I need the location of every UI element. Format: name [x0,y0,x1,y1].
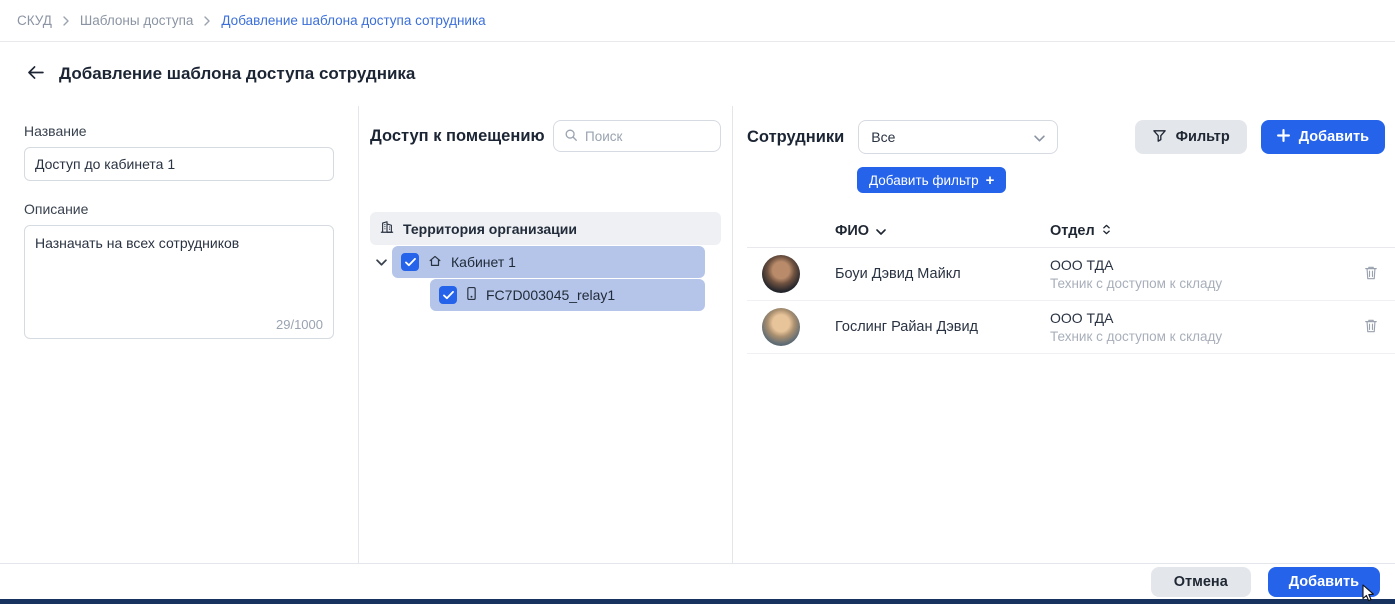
breadcrumb-skud[interactable]: СКУД [17,13,52,28]
department-name: ООО ТДА [1050,257,1347,273]
cabinet-checkbox[interactable] [401,253,419,271]
employees-filter-select[interactable]: Все [858,120,1058,154]
name-input[interactable] [24,147,334,181]
position-name: Техник с доступом к складу [1050,329,1347,344]
position-name: Техник с доступом к складу [1050,276,1347,291]
add-filter-label: Добавить фильтр [869,173,979,188]
back-button[interactable] [27,66,44,82]
tree-node-relay[interactable]: FC7D003045_relay1 [430,279,705,311]
room-search-input[interactable] [585,129,710,144]
relay-checkbox[interactable] [439,286,457,304]
sort-down-icon [876,223,886,239]
page-title: Добавление шаблона доступа сотрудника [59,64,415,84]
breadcrumb-current: Добавление шаблона доступа сотрудника [221,13,485,28]
submit-button[interactable]: Добавить [1268,567,1380,597]
funnel-icon [1152,128,1167,147]
room-access-title: Доступ к помещению [370,127,545,146]
select-value: Все [871,129,895,145]
add-employee-button[interactable]: Добавить [1261,120,1385,154]
tree-root-label: Территория организации [403,221,577,237]
avatar [762,308,800,346]
chevron-down-icon[interactable] [370,259,392,266]
cancel-button[interactable]: Отмена [1151,567,1251,597]
template-form-panel: Название Описание Назначать на всех сотр… [0,106,358,563]
delete-employee-button[interactable] [1347,318,1395,337]
table-row[interactable]: Боуи Дэвид Майкл ООО ТДА Техник с доступ… [747,248,1395,301]
device-icon [466,286,477,304]
tree-node-cabinet[interactable]: Кабинет 1 [392,246,705,278]
add-filter-button[interactable]: Добавить фильтр + [857,167,1006,193]
page-header: Добавление шаблона доступа сотрудника [0,42,1395,106]
employee-department: ООО ТДА Техник с доступом к складу [1050,310,1347,344]
filter-button-label: Фильтр [1176,129,1230,145]
char-counter: 29/1000 [276,317,323,332]
column-header-name[interactable]: ФИО [835,223,1050,239]
employee-name: Боуи Дэвид Майкл [835,266,1050,282]
chevron-right-icon [63,16,69,26]
bottom-strip [0,599,1395,604]
search-icon [564,128,578,145]
filter-button[interactable]: Фильтр [1135,120,1247,154]
footer-actions: Отмена Добавить [0,563,1395,599]
column-department-label: Отдел [1050,223,1095,239]
breadcrumb-templates[interactable]: Шаблоны доступа [80,13,194,28]
add-button-label: Добавить [1299,129,1369,145]
table-header: ФИО Отдел [747,214,1395,248]
tree-row-relay: FC7D003045_relay1 [370,279,721,311]
tree-root-territory[interactable]: Территория организации [370,212,721,245]
building-icon [380,220,394,237]
avatar [762,255,800,293]
trash-icon [1364,318,1378,337]
name-label: Название [24,123,334,139]
table-row[interactable]: Гослинг Райан Дэвид ООО ТДА Техник с дос… [747,301,1395,354]
description-label: Описание [24,201,334,217]
tree-node-label: Кабинет 1 [451,254,516,270]
tree-node-label: FC7D003045_relay1 [486,287,615,303]
room-tree: Территория организации Кабинет 1 [370,212,721,311]
plus-icon [1277,129,1290,146]
room-search[interactable] [553,120,721,152]
employees-table: ФИО Отдел Боуи Дэвид М [747,214,1395,354]
column-header-department[interactable]: Отдел [1050,223,1347,239]
sort-both-icon [1102,223,1111,239]
plus-icon: + [986,172,995,189]
room-access-panel: Доступ к помещению Территория организаци… [358,106,733,563]
employees-title: Сотрудники [747,128,844,147]
app-window: СКУД Шаблоны доступа Добавление шаблона … [0,0,1395,604]
column-name-label: ФИО [835,223,869,239]
home-icon [428,254,442,271]
breadcrumb: СКУД Шаблоны доступа Добавление шаблона … [0,0,1395,42]
chevron-down-icon [1034,129,1045,145]
employee-name: Гослинг Райан Дэвид [835,319,1050,335]
trash-icon [1364,265,1378,284]
main-content: Название Описание Назначать на всех сотр… [0,106,1395,563]
tree-row-cabinet: Кабинет 1 [370,246,721,278]
arrow-left-icon [27,66,44,82]
chevron-right-icon [204,16,210,26]
delete-employee-button[interactable] [1347,265,1395,284]
department-name: ООО ТДА [1050,310,1347,326]
employee-department: ООО ТДА Техник с доступом к складу [1050,257,1347,291]
employees-panel: Сотрудники Все Фильтр [733,106,1395,563]
